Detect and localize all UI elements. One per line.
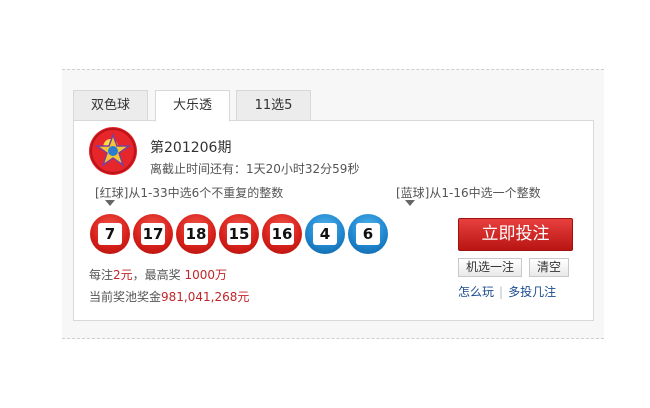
red-ball-number-input[interactable]: 7 (98, 223, 122, 245)
tab-daletou[interactable]: 大乐透 (155, 90, 230, 122)
red-ball-number-input[interactable]: 15 (227, 223, 251, 245)
price-info: 每注2元，最高奖 1000万 (89, 266, 227, 283)
jackpot-info: 当前奖池奖金981,041,268元 (89, 288, 249, 305)
how-to-play-link[interactable]: 怎么玩 (458, 285, 494, 299)
red-ball-number-input[interactable]: 17 (141, 223, 165, 245)
red-ball: 18 (176, 214, 216, 254)
red-ball-number-input[interactable]: 18 (184, 223, 208, 245)
tab-shuangseqiu[interactable]: 双色球 (73, 90, 148, 121)
red-hint-arrow-icon (105, 200, 115, 206)
red-ball: 16 (262, 214, 302, 254)
deadline-countdown: 离截止时间还有：1天20小时32分59秒 (150, 162, 360, 176)
bet-now-button[interactable]: 立即投注 (458, 218, 573, 251)
blue-ball-number-input[interactable]: 6 (356, 223, 380, 245)
price-value: 2元 (113, 268, 133, 282)
red-ball: 17 (133, 214, 173, 254)
top-prize: 1000万 (184, 268, 228, 282)
issue-number: 第201206期 (150, 140, 232, 156)
blue-ball-number-input[interactable]: 4 (313, 223, 337, 245)
pool-value: 981,041,268元 (161, 290, 250, 304)
multi-bet-link[interactable]: 多投几注 (508, 285, 556, 299)
clear-button[interactable]: 清空 (529, 258, 569, 277)
blue-ball: 6 (348, 214, 388, 254)
help-links: 怎么玩 | 多投几注 (458, 283, 556, 300)
blue-ball: 4 (305, 214, 345, 254)
blue-hint-arrow-icon (405, 200, 415, 206)
red-ball: 7 (90, 214, 130, 254)
lottery-star-logo-icon (89, 127, 137, 175)
red-ball-hint: [红球]从1-33中选6个不重复的整数 (95, 186, 284, 200)
blue-ball-hint: [蓝球]从1-16中选一个整数 (396, 186, 541, 200)
red-ball: 15 (219, 214, 259, 254)
red-ball-number-input[interactable]: 16 (270, 223, 294, 245)
pool-label: 当前奖池奖金 (89, 290, 162, 304)
tab-11xuan5[interactable]: 11选5 (236, 90, 311, 121)
random-pick-button[interactable]: 机选一注 (458, 258, 522, 277)
price-mid: ，最高奖 (132, 268, 185, 282)
price-prefix: 每注 (89, 268, 114, 282)
link-divider: | (499, 285, 504, 299)
